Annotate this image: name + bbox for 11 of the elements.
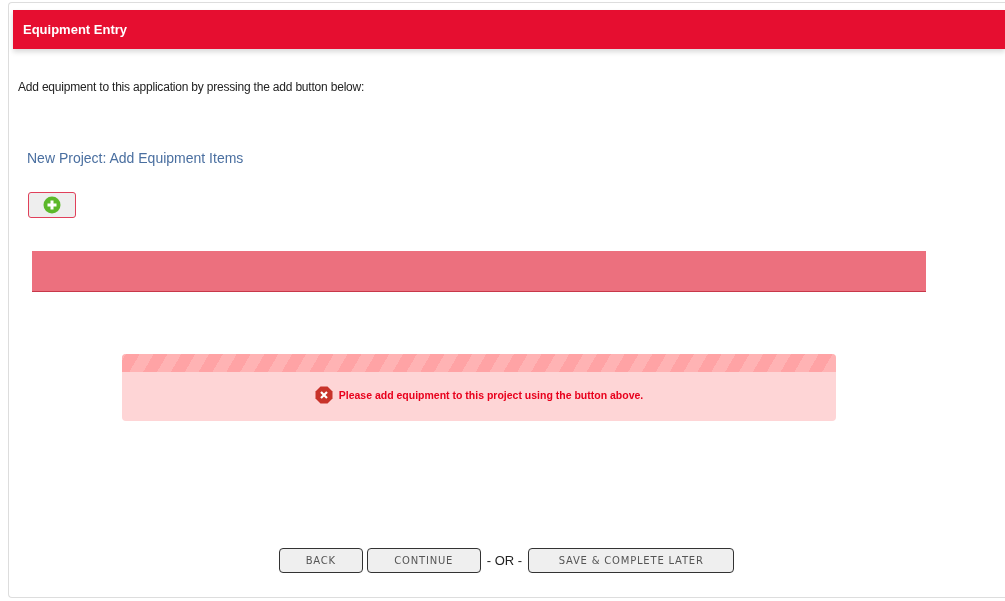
or-separator: - OR -: [486, 553, 523, 568]
section-title: New Project: Add Equipment Items: [27, 150, 245, 166]
action-button[interactable]: BACK: [278, 548, 363, 573]
header-title: Equipment Entry: [23, 22, 127, 37]
alert-message: Please add equipment to this project using the button above.: [338, 388, 644, 401]
plus-icon: [43, 196, 61, 214]
action-button[interactable]: SAVE & COMPLETE LATER: [528, 548, 735, 573]
action-button[interactable]: CONTINUE: [366, 548, 481, 573]
instruction-text: Add equipment to this application by pressing the add button below:: [18, 80, 366, 94]
add-button[interactable]: [28, 192, 76, 218]
error-icon: [314, 385, 333, 404]
